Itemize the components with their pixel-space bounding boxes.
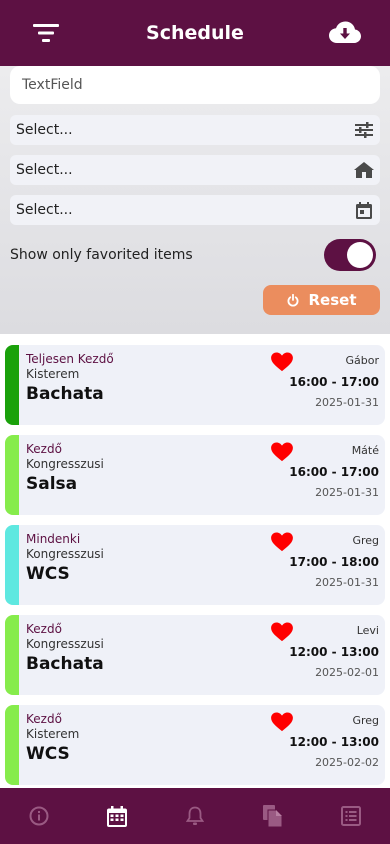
event-level: Teljesen Kezdő (26, 352, 114, 366)
event-dance: WCS (26, 744, 70, 764)
heart-icon[interactable] (271, 622, 293, 642)
event-room: Kisterem (26, 727, 80, 741)
room-select-value: Select... (16, 162, 73, 178)
event-card[interactable]: Kezdő Kongresszusi Bachata Levi 12:00 - … (5, 615, 385, 695)
copy-icon (263, 805, 283, 827)
app-bar: Schedule (0, 0, 390, 66)
heart-icon[interactable] (271, 352, 293, 372)
event-level: Mindenki (26, 532, 81, 546)
favorites-toggle[interactable] (324, 239, 376, 271)
event-time: 12:00 - 13:00 (289, 645, 379, 659)
event-level: Kezdő (26, 622, 62, 636)
cloud-download-icon (329, 21, 361, 43)
room-select[interactable]: Select... (10, 155, 380, 185)
event-time: 16:00 - 17:00 (289, 375, 379, 389)
heart-icon[interactable] (271, 442, 293, 462)
info-icon (29, 806, 49, 826)
level-color-bar (5, 525, 19, 605)
event-dance: Bachata (26, 384, 104, 404)
event-teacher: Gábor (345, 354, 380, 367)
event-date: 2025-02-02 (315, 756, 379, 769)
nav-list[interactable] (331, 796, 371, 836)
date-select[interactable]: Select... (10, 195, 380, 225)
download-button[interactable] (328, 18, 362, 48)
event-level: Kezdő (26, 442, 62, 456)
event-card[interactable]: Kezdő Kisterem WCS Greg 12:00 - 13:00 20… (5, 705, 385, 785)
event-room: Kisterem (26, 367, 80, 381)
search-textfield[interactable]: TextField (10, 66, 380, 104)
level-color-bar (5, 345, 19, 425)
nav-info[interactable] (19, 796, 59, 836)
event-teacher: Levi (356, 624, 379, 637)
event-dance: WCS (26, 564, 70, 584)
event-date: 2025-01-31 (315, 576, 379, 589)
heart-icon[interactable] (271, 532, 293, 552)
nav-notifications[interactable] (175, 796, 215, 836)
nav-documents[interactable] (253, 796, 293, 836)
tune-icon (354, 120, 374, 140)
bottom-navigation (0, 788, 390, 844)
event-time: 16:00 - 17:00 (289, 465, 379, 479)
event-room: Kongresszusi (26, 637, 104, 651)
event-date: 2025-01-31 (315, 396, 379, 409)
calendar-icon (354, 200, 374, 220)
event-card[interactable]: Mindenki Kongresszusi WCS Greg 17:00 - 1… (5, 525, 385, 605)
search-textfield-placeholder: TextField (22, 77, 83, 93)
event-dance: Bachata (26, 654, 104, 674)
power-icon (287, 293, 298, 306)
event-level: Kezdő (26, 712, 62, 726)
event-room: Kongresszusi (26, 457, 104, 471)
event-teacher: Máté (351, 444, 379, 457)
level-color-bar (5, 705, 19, 785)
favorites-label: Show only favorited items (10, 247, 193, 263)
reset-button[interactable]: Reset (263, 285, 380, 315)
filter-icon (33, 24, 59, 42)
event-teacher: Greg (352, 534, 379, 547)
event-teacher: Greg (352, 714, 379, 727)
nav-schedule[interactable] (97, 796, 137, 836)
toggle-knob (347, 242, 373, 268)
level-select[interactable]: Select... (10, 115, 380, 145)
list-icon (341, 806, 361, 826)
level-color-bar (5, 615, 19, 695)
house-icon (354, 160, 374, 180)
date-select-value: Select... (16, 202, 73, 218)
event-room: Kongresszusi (26, 547, 104, 561)
event-dance: Salsa (26, 474, 78, 494)
filter-panel: TextField Select... Select... Select... … (0, 66, 390, 334)
favorites-row: Show only favorited items (10, 239, 380, 271)
reset-label: Reset (308, 291, 357, 309)
page-title: Schedule (146, 22, 244, 44)
level-select-value: Select... (16, 122, 73, 138)
event-date: 2025-02-01 (315, 666, 379, 679)
filter-button[interactable] (30, 20, 62, 46)
bell-icon (186, 806, 204, 825)
event-card[interactable]: Teljesen Kezdő Kisterem Bachata Gábor 16… (5, 345, 385, 425)
level-color-bar (5, 435, 19, 515)
heart-icon[interactable] (271, 712, 293, 732)
calendar-icon (107, 805, 127, 827)
event-time: 12:00 - 13:00 (289, 735, 379, 749)
event-date: 2025-01-31 (315, 486, 379, 499)
event-time: 17:00 - 18:00 (289, 555, 379, 569)
event-card[interactable]: Kezdő Kongresszusi Salsa Máté 16:00 - 17… (5, 435, 385, 515)
